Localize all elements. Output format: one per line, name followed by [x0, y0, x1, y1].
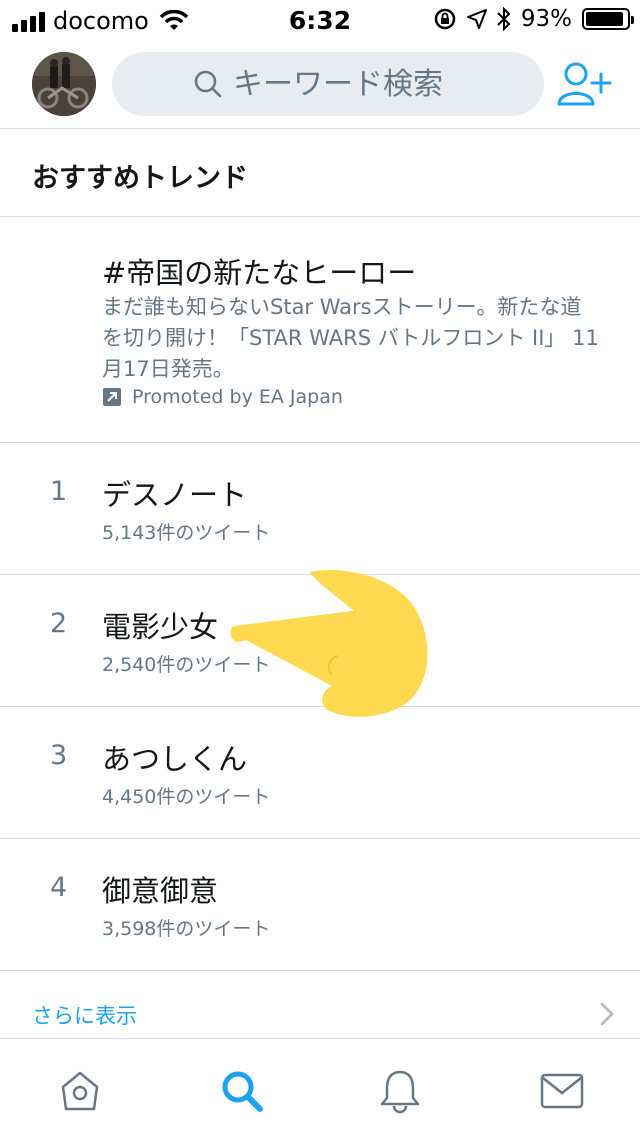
home-icon — [61, 1071, 99, 1111]
tab-home[interactable] — [56, 1067, 104, 1115]
trend-rank: 1 — [50, 476, 68, 507]
trend-name: デスノート — [102, 478, 248, 512]
battery-percent: 93% — [520, 6, 572, 32]
trend-name: 電影少女 — [102, 610, 219, 644]
trend-item[interactable]: 1 デスノート 5,143件のツイート — [0, 442, 640, 574]
show-more-link[interactable]: さらに表示 — [0, 972, 640, 1038]
battery-icon — [582, 8, 634, 30]
promoted-by: Promoted by EA Japan — [102, 386, 343, 408]
divider — [0, 216, 640, 217]
trend-item[interactable]: 4 御意御意 3,598件のツイート — [0, 838, 640, 970]
tab-bar — [0, 1038, 640, 1136]
add-user-button[interactable] — [556, 60, 612, 108]
promoted-icon — [103, 388, 121, 406]
chevron-right-icon — [600, 1002, 614, 1026]
section-title: おすすめトレンド — [32, 163, 248, 194]
divider — [0, 970, 640, 971]
status-bar: docomo 6:32 93% — [0, 0, 640, 40]
promoted-by-label: Promoted by EA Japan — [132, 386, 343, 408]
trend-tweet-count: 5,143件のツイート — [102, 522, 271, 544]
show-more-label: さらに表示 — [32, 1004, 137, 1028]
pointing-finger-icon — [230, 570, 428, 717]
trend-rank: 4 — [50, 872, 68, 903]
mail-icon — [540, 1073, 584, 1109]
tab-notifications[interactable] — [376, 1067, 424, 1115]
search-input[interactable] — [233, 66, 463, 102]
avatar-photo — [32, 52, 96, 116]
tab-messages[interactable] — [538, 1067, 586, 1115]
trend-tweet-count: 3,598件のツイート — [102, 918, 271, 940]
header — [0, 46, 640, 126]
trend-rank: 2 — [50, 608, 68, 639]
avatar[interactable] — [32, 52, 96, 116]
trend-tweet-count: 4,450件のツイート — [102, 786, 271, 808]
add-user-icon — [557, 62, 612, 106]
search-icon — [222, 1071, 263, 1112]
bell-icon — [380, 1070, 420, 1114]
trend-rank: 3 — [50, 740, 68, 771]
promoted-trend[interactable]: #帝国の新たなヒーロー まだ誰も知らないStar Warsストーリー。新たな道を… — [0, 218, 640, 442]
trend-name: あつしくん — [102, 742, 248, 776]
bluetooth-icon — [497, 7, 511, 31]
trend-item[interactable]: 3 あつしくん 4,450件のツイート — [0, 706, 640, 838]
status-right: 93% — [433, 6, 634, 32]
divider — [0, 128, 640, 129]
orientation-lock-icon — [434, 8, 456, 30]
search-icon — [193, 69, 223, 99]
trend-name: 御意御意 — [102, 874, 219, 908]
promoted-trend-description: まだ誰も知らないStar Warsストーリー。新たな道を切り開け！「STAR W… — [102, 295, 599, 381]
promoted-trend-title: #帝国の新たなヒーロー — [102, 256, 417, 290]
battery-fill — [586, 12, 624, 26]
tab-search[interactable] — [218, 1067, 266, 1115]
search-bar[interactable] — [112, 52, 544, 116]
location-icon — [466, 9, 487, 29]
